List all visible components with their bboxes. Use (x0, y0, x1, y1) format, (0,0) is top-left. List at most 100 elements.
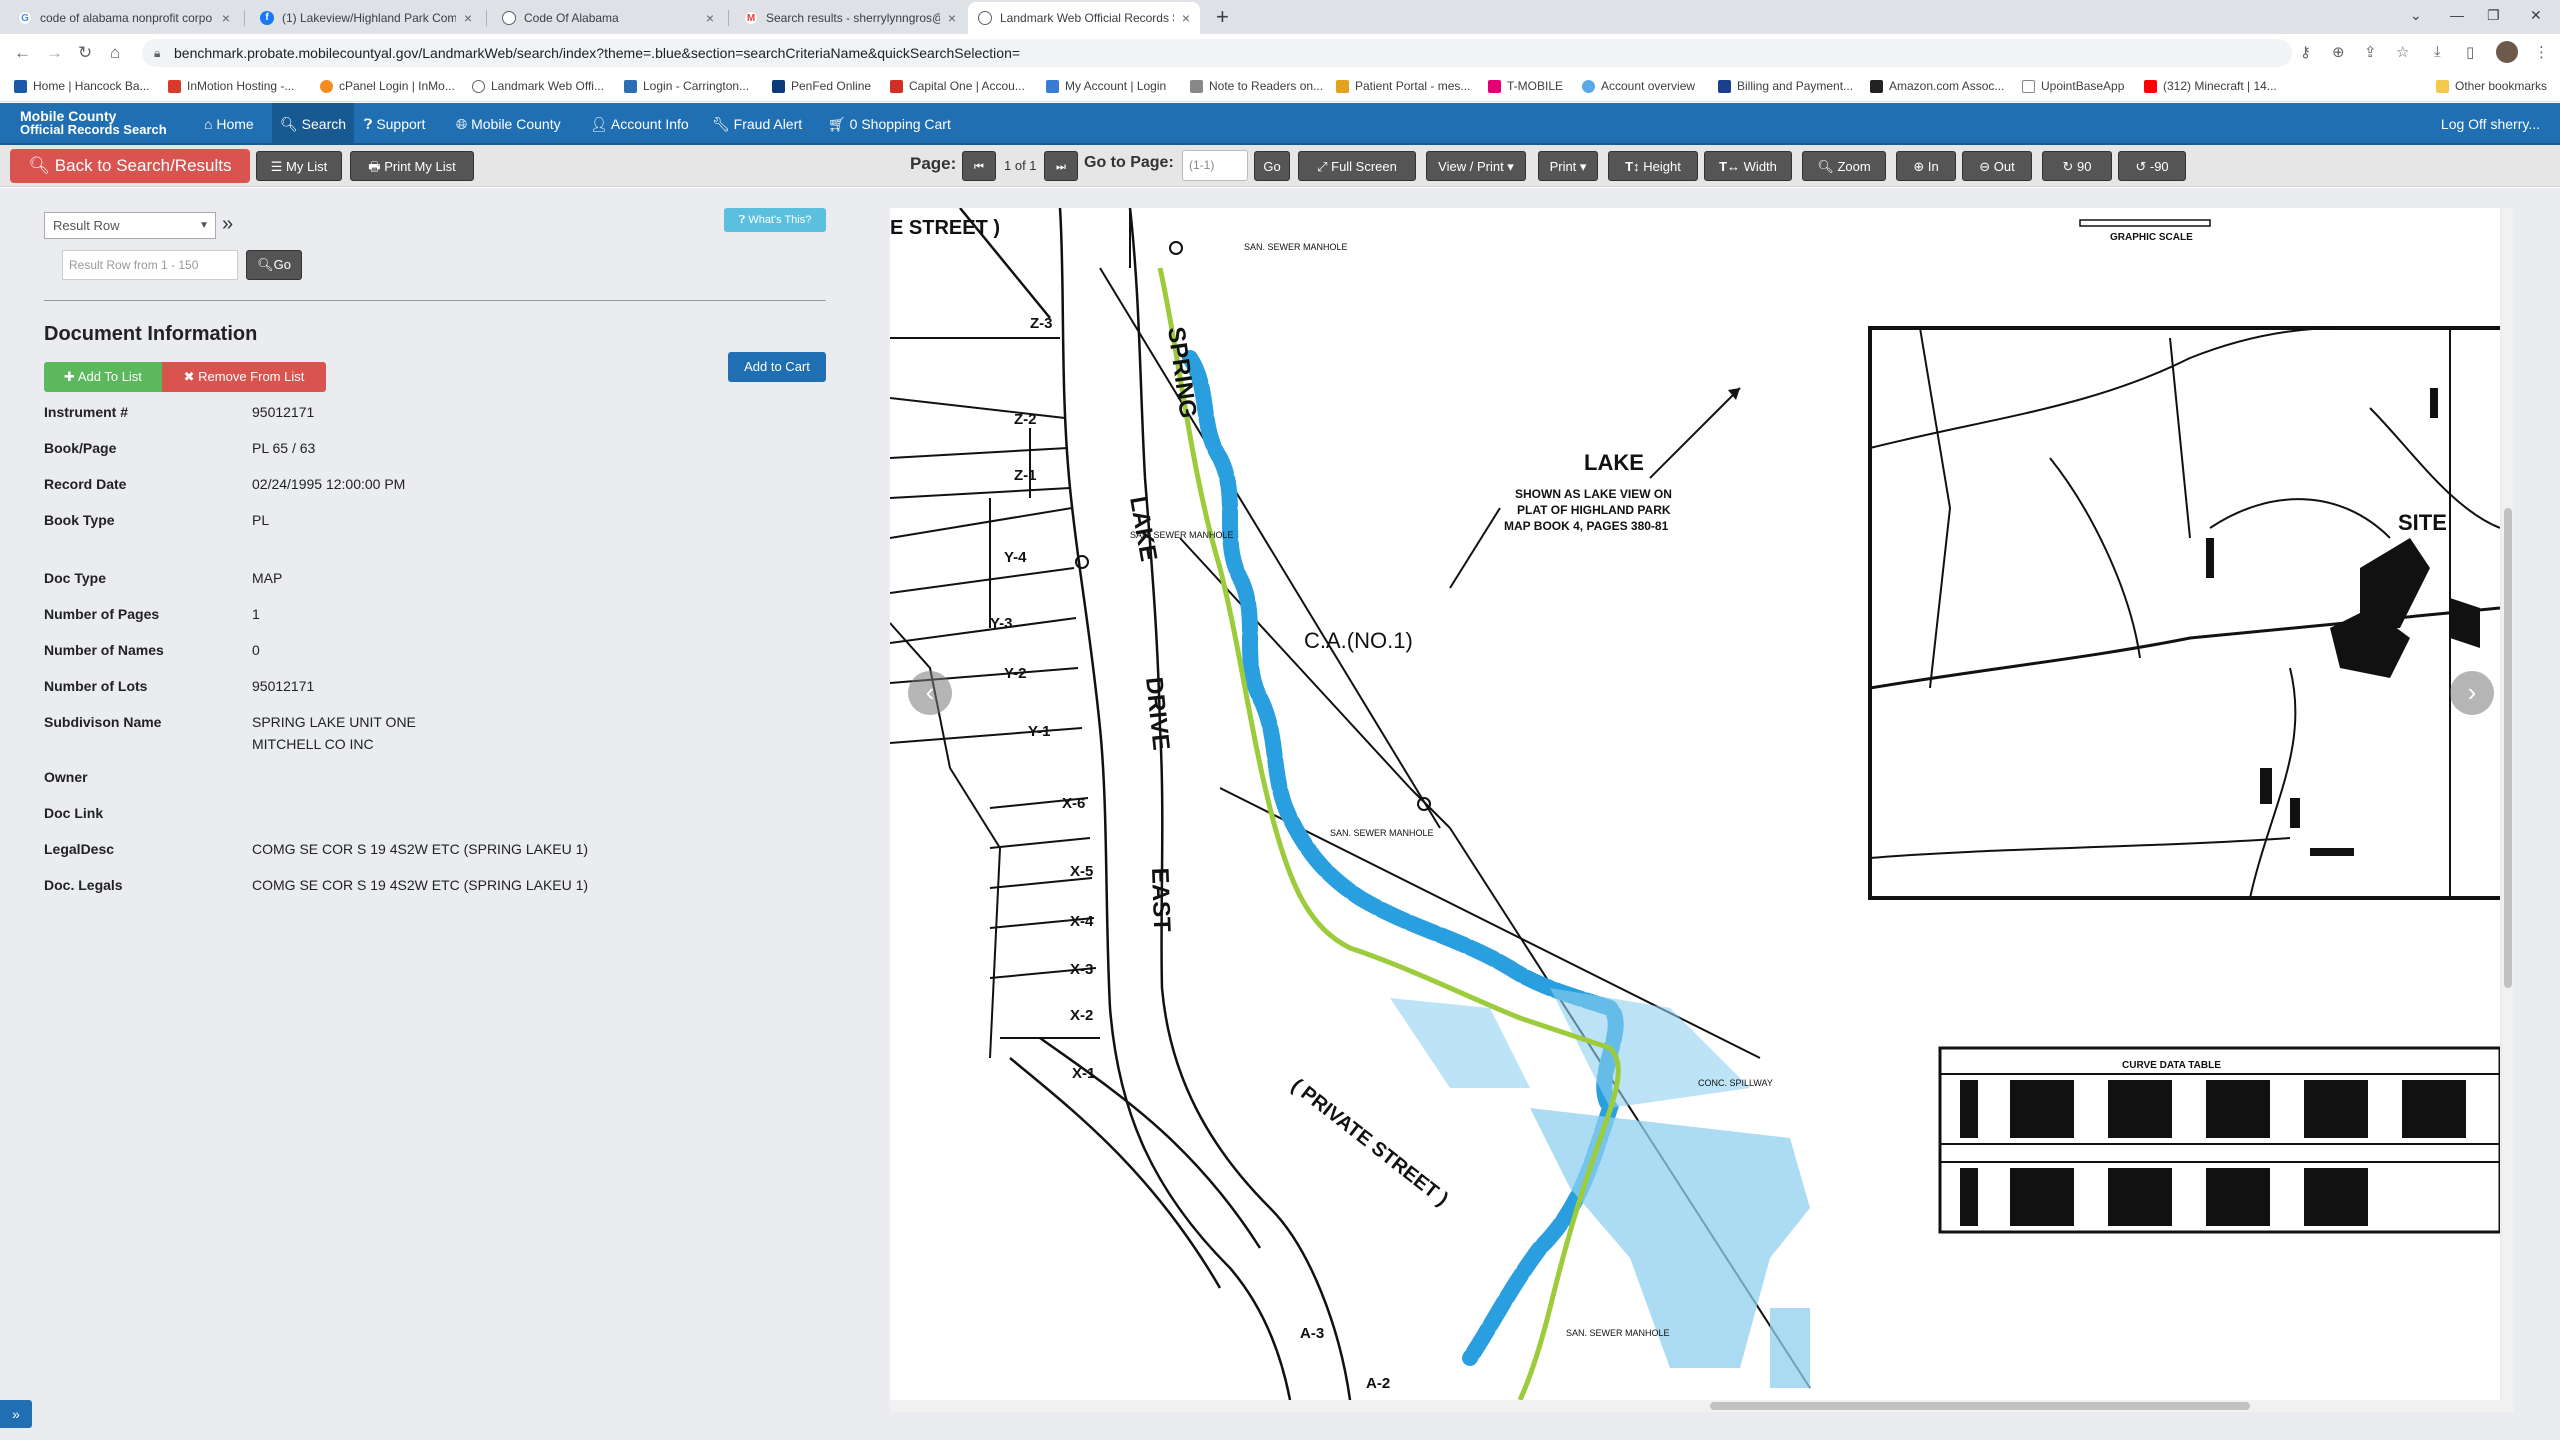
zoom-icon[interactable]: ⊕ (2332, 43, 2345, 61)
back-to-results-button[interactable]: 🔍︎ Back to Search/Results (10, 149, 250, 183)
bookmark-item[interactable]: Billing and Payment... (1718, 79, 1853, 93)
bookmark-item[interactable]: cPanel Login | InMo... (320, 79, 455, 93)
bookmark-item[interactable]: Landmark Web Offi... (472, 79, 604, 93)
bookmark-item[interactable]: Login - Carrington... (624, 79, 749, 93)
new-tab-icon[interactable]: + (1216, 4, 1229, 30)
globe-icon (502, 11, 516, 25)
result-row-select[interactable]: Result Row ▼ (44, 212, 216, 239)
lot-label: Y-2 (1004, 665, 1027, 682)
side-panel-icon[interactable]: ▯ (2466, 43, 2474, 61)
close-window-icon[interactable]: ✕ (2530, 7, 2542, 24)
menu-shopping-cart[interactable]: 🛒︎ 0 Shopping Cart (828, 116, 951, 133)
view-print-dropdown[interactable]: View / Print ▾ (1426, 151, 1526, 181)
lot-label: Z-2 (1014, 411, 1037, 428)
lake-note-line3: MAP BOOK 4, PAGES 380-81 (1504, 519, 1669, 533)
zoom-button[interactable]: 🔍︎ Zoom (1802, 151, 1886, 181)
bookmark-item[interactable]: PenFed Online (772, 79, 871, 93)
goto-page-input[interactable]: (1-1) (1182, 150, 1248, 181)
fit-height-button[interactable]: T↕ Height (1608, 151, 1698, 181)
home-icon[interactable]: ⌂ (110, 43, 120, 63)
my-list-button[interactable]: ☰ My List (256, 151, 342, 181)
menu-search[interactable]: 🔍︎ Search (272, 103, 355, 145)
download-icon[interactable]: ⤓ (2434, 43, 2441, 60)
browser-tab-active[interactable]: Landmark Web Official Records S × (968, 2, 1200, 34)
double-chevron-right-icon[interactable]: » (222, 213, 233, 236)
reload-icon[interactable]: ↻ (78, 43, 92, 63)
bookmark-item[interactable]: Home | Hancock Ba... (14, 79, 150, 93)
fit-width-button[interactable]: T↔ Width (1704, 151, 1792, 181)
rotate-cw-button[interactable]: ↻ 90 (2042, 151, 2112, 181)
close-tab-icon[interactable]: × (706, 10, 714, 26)
lot-label: A-3 (1300, 1325, 1324, 1342)
key-icon[interactable]: ⚷ (2300, 43, 2311, 61)
menu-home[interactable]: ⌂ Home (204, 116, 254, 132)
field-label: Doc. Legals (44, 877, 123, 893)
back-icon[interactable]: ← (14, 43, 31, 63)
go-button[interactable]: 🔍︎Go (246, 250, 302, 280)
bookmark-icon (14, 79, 27, 93)
expand-panel-button[interactable]: » (0, 1400, 32, 1428)
bookmark-item[interactable]: Amazon.com Assoc... (1870, 79, 2004, 93)
search-icon: 🔍︎ (28, 156, 55, 175)
plat-map-image[interactable]: LAKE SHOWN AS LAKE VIEW ON PLAT OF HIGHL… (890, 208, 2500, 1400)
forward-icon[interactable]: → (46, 43, 63, 63)
zoom-out-button[interactable]: ⊖ Out (1962, 151, 2032, 181)
menu-account-info[interactable]: 👤︎ Account Info (590, 116, 689, 133)
address-bar[interactable]: 🔒︎ benchmark.probate.mobilecountyal.gov/… (142, 39, 2292, 67)
vertical-scrollbar[interactable] (2502, 208, 2514, 1400)
bookmark-item[interactable]: Note to Readers on... (1190, 79, 1323, 93)
logoff-link[interactable]: Log Off sherry... (2441, 116, 2540, 132)
menu-fraud-alert[interactable]: 🔧︎ Fraud Alert (712, 116, 802, 133)
bookmark-item[interactable]: (312) Minecraft | 14... (2144, 79, 2277, 93)
horizontal-scrollbar[interactable] (890, 1400, 2514, 1412)
rotate-ccw-button[interactable]: ↺ -90 (2118, 151, 2186, 181)
list-icon: ☰ (270, 159, 287, 174)
print-dropdown[interactable]: Print ▾ (1538, 151, 1598, 181)
field-value-lots: 95012171 (252, 678, 315, 694)
close-tab-icon[interactable]: × (948, 10, 956, 26)
last-page-button[interactable]: ⏭ (1044, 151, 1078, 181)
browser-tab[interactable]: G code of alabama nonprofit corpo × (8, 2, 240, 34)
close-tab-icon[interactable]: × (1182, 10, 1190, 26)
go-page-button[interactable]: Go (1254, 151, 1290, 181)
avatar[interactable] (2496, 41, 2518, 63)
share-icon[interactable]: ⇪ (2364, 43, 2377, 61)
browser-tab[interactable]: M Search results - sherrylynngros@ × (734, 2, 966, 34)
scroll-thumb[interactable] (1710, 1402, 2250, 1410)
whats-this-button[interactable]: ❓︎ What's This? (724, 208, 826, 232)
facebook-icon: f (260, 11, 274, 25)
bookmark-item[interactable]: T-MOBILE (1488, 79, 1563, 93)
restore-icon[interactable]: ❐ (2487, 7, 2500, 24)
bookmark-item[interactable]: Patient Portal - mes... (1336, 79, 1470, 93)
close-tab-icon[interactable]: × (464, 10, 472, 26)
menu-support[interactable]: ❓︎ Support (364, 116, 425, 133)
app-logo[interactable]: Mobile County Official Records Search (20, 109, 167, 136)
zoom-in-button[interactable]: ⊕ In (1896, 151, 1956, 181)
wrench-icon: 🔧︎ (712, 116, 734, 132)
other-bookmarks[interactable]: Other bookmarks (2436, 79, 2547, 93)
bookmark-item[interactable]: My Account | Login (1046, 79, 1166, 93)
menu-icon[interactable]: ⋮ (2534, 43, 2549, 61)
bookmark-icon (168, 79, 181, 93)
browser-tab[interactable]: f (1) Lakeview/Highland Park Com × (250, 2, 482, 34)
next-image-button[interactable]: › (2450, 671, 2494, 715)
menu-mobile-county[interactable]: 🌐︎ Mobile County (456, 116, 561, 133)
scroll-thumb[interactable] (2504, 508, 2512, 988)
minimize-icon[interactable]: — (2450, 7, 2464, 23)
bookmark-item[interactable]: UpointBaseApp (2022, 79, 2124, 93)
bookmark-item[interactable]: Capital One | Accou... (890, 79, 1025, 93)
print-my-list-button[interactable]: 🖶︎ Print My List (350, 151, 474, 181)
bookmark-item[interactable]: InMotion Hosting -... (168, 79, 294, 93)
browser-tab[interactable]: Code Of Alabama × (492, 2, 724, 34)
add-to-list-button[interactable]: ✚ Add To List (44, 362, 162, 392)
add-to-cart-button[interactable]: Add to Cart (728, 352, 826, 382)
full-screen-button[interactable]: ⤢ Full Screen (1298, 151, 1416, 181)
prev-image-button[interactable]: ‹ (908, 671, 952, 715)
remove-from-list-button[interactable]: ✖ Remove From List (162, 362, 326, 392)
first-page-button[interactable]: ⏮ (962, 151, 996, 181)
close-tab-icon[interactable]: × (222, 10, 230, 26)
bookmark-item[interactable]: Account overview (1582, 79, 1695, 93)
result-row-input[interactable]: Result Row from 1 - 150 (62, 250, 238, 280)
bookmark-star-icon[interactable]: ☆ (2396, 43, 2409, 61)
tab-search-icon[interactable]: ⌄ (2410, 7, 2422, 24)
